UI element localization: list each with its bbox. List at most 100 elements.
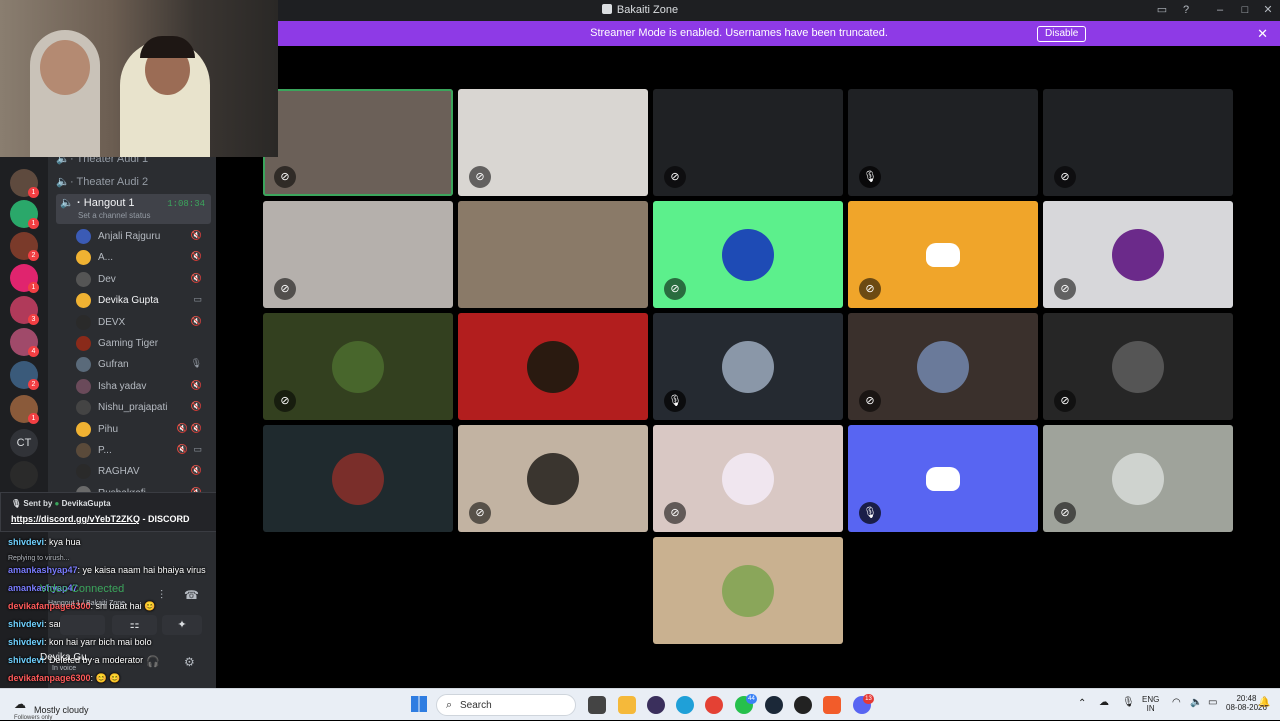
chat-username: Replying to virush...	[8, 555, 70, 562]
voice-member[interactable]: Pihu 🔇 🔇	[76, 421, 208, 439]
video-tile[interactable]: ⊘	[848, 313, 1038, 420]
edge-icon[interactable]	[676, 696, 694, 714]
video-tile[interactable]: ⊘	[263, 201, 453, 308]
channel-theater-audi-1[interactable]: 🔈· Theater Audi 1	[56, 155, 211, 170]
avatar	[76, 378, 91, 394]
video-tile[interactable]: ⊘	[653, 425, 843, 532]
headset-icon[interactable]: 🎧	[146, 655, 160, 668]
chat-message: shivdevi: kya hua	[8, 537, 81, 547]
mic-muted-icon: ⊘	[1054, 390, 1076, 412]
onedrive-icon[interactable]: ☁	[1099, 697, 1109, 708]
wifi-icon[interactable]: ◠	[1172, 697, 1181, 708]
channel-theater-audi-2[interactable]: 🔈· Theater Audi 2	[56, 175, 211, 193]
member-name: Anjali Rajguru	[98, 231, 161, 242]
chat-text: : 😊 😊	[90, 673, 121, 683]
chrome-icon[interactable]	[705, 696, 723, 714]
brave-icon[interactable]	[823, 696, 841, 714]
mention-badge: 1	[28, 282, 39, 293]
chat-username: devikafanpage6300	[8, 673, 91, 683]
chat-message: devikafanpage6300: 😊 😊	[8, 673, 120, 684]
voice-member[interactable]: Gaming Tiger	[76, 335, 208, 353]
member-name: Nishu_prajapati	[98, 402, 168, 414]
mention-badge: 4	[28, 346, 39, 357]
avatar	[722, 340, 774, 393]
voice-member[interactable]: Gufran 🎙	[76, 356, 208, 374]
help-icon[interactable]: ?	[1178, 3, 1194, 17]
notification-icon[interactable]: 🔔	[1258, 697, 1270, 708]
member-name: DEVX	[98, 316, 126, 328]
mic-muted-icon: ⊘	[274, 390, 296, 412]
app-icon-2[interactable]	[794, 696, 812, 714]
camera-button[interactable]	[60, 615, 105, 635]
steam-icon[interactable]	[765, 696, 783, 714]
voice-member[interactable]: RAGHAV 🔇	[76, 463, 208, 481]
file-explorer-icon[interactable]	[618, 696, 636, 714]
server-icon-ct[interactable]: CT	[10, 429, 38, 457]
video-tile[interactable]	[458, 201, 648, 308]
video-tile[interactable]: ⊘	[263, 313, 453, 420]
camera-icon: ▭	[193, 294, 202, 305]
avatar	[722, 452, 774, 505]
video-tile[interactable]: ⊘	[263, 89, 453, 196]
mic-muted-icon: ⊘	[469, 502, 491, 524]
mic-icon: 🎙	[664, 390, 686, 412]
video-tile[interactable]: ⊘	[458, 89, 648, 196]
soundboard-button[interactable]: ✦	[162, 615, 202, 635]
disable-streamer-button[interactable]: Disable	[1037, 26, 1087, 42]
windows-start-icon[interactable]	[411, 696, 427, 712]
member-name: Pihu	[98, 423, 119, 435]
video-tile[interactable]: 🎙	[848, 425, 1038, 532]
voice-channel-path[interactable]: Hangout 1 / Bakaiti Zone	[48, 600, 125, 607]
maximize-button[interactable]: □	[1237, 3, 1253, 17]
search-input[interactable]: ⌕ Search	[436, 694, 576, 716]
minimize-button[interactable]: –	[1212, 3, 1228, 17]
voice-member[interactable]: Isha yadav 🔇	[76, 378, 208, 396]
mic-muted-icon: 🔇	[190, 251, 202, 262]
voice-member[interactable]: Dev 🔇	[76, 271, 208, 289]
avatar	[76, 250, 91, 266]
user-name[interactable]: Devika Gu...	[40, 652, 95, 663]
video-tile[interactable]: ⊘	[1043, 89, 1233, 196]
video-tile[interactable]: ⊘	[1043, 425, 1233, 532]
inbox-icon[interactable]: ▭	[1154, 3, 1170, 17]
gear-icon[interactable]: ⚙	[184, 655, 195, 669]
avatar	[1112, 452, 1164, 505]
video-tile[interactable]: 🎙	[848, 89, 1038, 196]
channel-status[interactable]: Set a channel status	[78, 211, 151, 220]
server-list: CT 1 1 2 1 3 4 2 1	[0, 155, 48, 490]
server-icon[interactable]	[10, 461, 38, 489]
voice-member[interactable]: Anjali Rajguru 🔇	[76, 228, 208, 246]
voice-member[interactable]: DEVX 🔇	[76, 314, 208, 332]
video-tile[interactable]: ⊘	[848, 201, 1038, 308]
invite-link[interactable]: https://discord.gg/vYebT2ZKQ - DISCORD	[11, 514, 190, 524]
video-tile[interactable]	[458, 313, 648, 420]
video-tile[interactable]: ⊘	[1043, 201, 1233, 308]
voice-member[interactable]: Nishu_prajapati 🔇	[76, 399, 208, 417]
disconnect-icon[interactable]: ☎	[184, 588, 199, 602]
video-tile[interactable]	[653, 537, 843, 644]
signal-icon[interactable]: ⫶	[160, 588, 163, 603]
member-name: Gufran	[98, 359, 129, 371]
chevron-up-icon[interactable]: ⌃	[1078, 698, 1086, 709]
mic-icon[interactable]: 🎙	[1122, 697, 1135, 708]
close-icon[interactable]: ✕	[1257, 26, 1268, 42]
activities-button[interactable]: ⚏	[112, 615, 157, 635]
task-view-icon[interactable]	[588, 696, 606, 714]
close-window-button[interactable]: ✕	[1260, 3, 1276, 17]
voice-member[interactable]: A... 🔇	[76, 249, 208, 267]
app-icon[interactable]	[647, 696, 665, 714]
voice-member[interactable]: P... ▭ 🔇	[76, 442, 208, 460]
video-tile[interactable]: ⊘	[653, 89, 843, 196]
video-tile[interactable]: ⊘	[1043, 313, 1233, 420]
channel-hangout-1[interactable]: 🔈 · Hangout 1 1:08:34 Set a channel stat…	[56, 194, 211, 224]
language-indicator[interactable]: ENG IN	[1142, 695, 1159, 713]
mention-badge: 2	[28, 250, 39, 261]
video-tile[interactable]	[263, 425, 453, 532]
video-tile[interactable]: ⊘	[653, 201, 843, 308]
cloud-icon: ☁	[14, 697, 26, 711]
volume-icon[interactable]: 🔈	[1190, 697, 1202, 708]
voice-member[interactable]: Devika Gupta ▭	[76, 292, 208, 310]
video-tile[interactable]: 🎙	[653, 313, 843, 420]
video-tile[interactable]: ⊘	[458, 425, 648, 532]
battery-icon[interactable]: ▭	[1208, 697, 1217, 708]
